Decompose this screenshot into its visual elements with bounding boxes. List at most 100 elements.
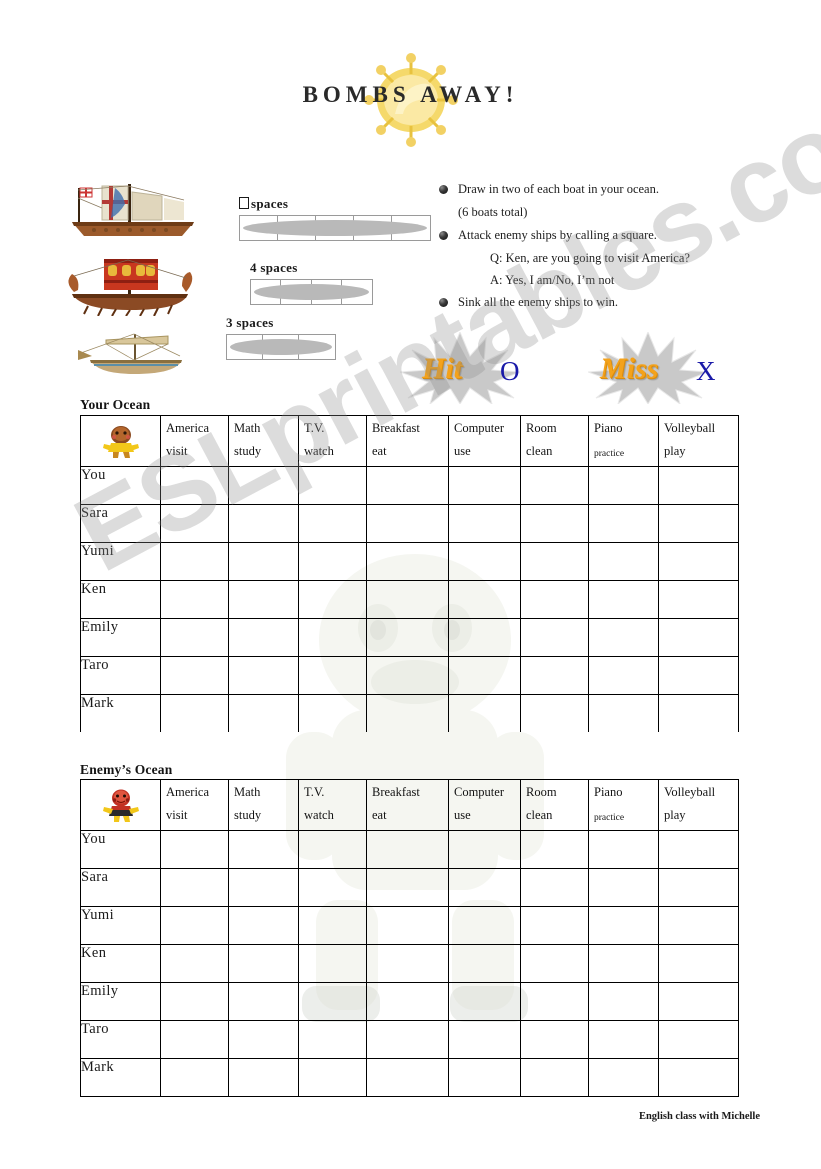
play-cell[interactable] [588, 868, 659, 907]
play-cell[interactable] [658, 618, 739, 657]
play-cell[interactable] [228, 694, 299, 732]
play-cell[interactable] [658, 906, 739, 945]
boat-cell[interactable] [251, 280, 282, 304]
play-cell[interactable] [588, 694, 659, 732]
play-cell[interactable] [520, 504, 589, 543]
play-cell[interactable] [160, 618, 229, 657]
play-cell[interactable] [160, 868, 229, 907]
play-cell[interactable] [588, 944, 659, 983]
play-cell[interactable] [298, 868, 367, 907]
play-cell[interactable] [160, 1058, 229, 1097]
play-cell[interactable] [658, 580, 739, 619]
play-cell[interactable] [298, 466, 367, 505]
play-cell[interactable] [160, 906, 229, 945]
play-cell[interactable] [588, 830, 659, 869]
play-cell[interactable] [448, 1058, 521, 1097]
play-cell[interactable] [298, 1058, 367, 1097]
play-cell[interactable] [228, 542, 299, 581]
play-cell[interactable] [228, 944, 299, 983]
play-cell[interactable] [298, 580, 367, 619]
boat-cell[interactable] [240, 216, 278, 240]
boat-cell[interactable] [316, 216, 354, 240]
play-cell[interactable] [228, 466, 299, 505]
play-cell[interactable] [366, 982, 449, 1021]
play-cell[interactable] [366, 1058, 449, 1097]
play-cell[interactable] [298, 982, 367, 1021]
play-cell[interactable] [588, 656, 659, 695]
play-cell[interactable] [160, 580, 229, 619]
play-cell[interactable] [588, 982, 659, 1021]
play-cell[interactable] [520, 618, 589, 657]
play-cell[interactable] [160, 656, 229, 695]
play-cell[interactable] [228, 830, 299, 869]
play-cell[interactable] [448, 504, 521, 543]
boat-cell[interactable] [354, 216, 392, 240]
play-cell[interactable] [658, 982, 739, 1021]
play-cell[interactable] [658, 868, 739, 907]
play-cell[interactable] [160, 944, 229, 983]
boat-cell[interactable] [312, 280, 342, 304]
play-cell[interactable] [520, 1020, 589, 1059]
play-cell[interactable] [588, 580, 659, 619]
play-cell[interactable] [520, 868, 589, 907]
boat-cell[interactable] [263, 335, 299, 359]
play-cell[interactable] [366, 466, 449, 505]
play-cell[interactable] [520, 1058, 589, 1097]
play-cell[interactable] [448, 618, 521, 657]
play-cell[interactable] [588, 618, 659, 657]
play-cell[interactable] [588, 504, 659, 543]
boat-cell[interactable] [281, 280, 312, 304]
play-cell[interactable] [298, 504, 367, 543]
play-cell[interactable] [448, 580, 521, 619]
play-cell[interactable] [658, 542, 739, 581]
play-cell[interactable] [366, 694, 449, 732]
play-cell[interactable] [160, 1020, 229, 1059]
play-cell[interactable] [520, 466, 589, 505]
play-cell[interactable] [658, 694, 739, 732]
play-cell[interactable] [658, 830, 739, 869]
play-cell[interactable] [228, 618, 299, 657]
play-cell[interactable] [228, 656, 299, 695]
play-cell[interactable] [366, 618, 449, 657]
play-cell[interactable] [160, 466, 229, 505]
play-cell[interactable] [448, 542, 521, 581]
play-cell[interactable] [448, 906, 521, 945]
play-cell[interactable] [520, 982, 589, 1021]
play-cell[interactable] [448, 466, 521, 505]
boat-cell[interactable] [392, 216, 430, 240]
boat-cell[interactable] [342, 280, 372, 304]
play-cell[interactable] [298, 1020, 367, 1059]
play-cell[interactable] [298, 618, 367, 657]
play-cell[interactable] [448, 944, 521, 983]
play-cell[interactable] [588, 1058, 659, 1097]
play-cell[interactable] [366, 504, 449, 543]
play-cell[interactable] [658, 1058, 739, 1097]
play-cell[interactable] [160, 694, 229, 732]
play-cell[interactable] [448, 982, 521, 1021]
play-cell[interactable] [520, 906, 589, 945]
play-cell[interactable] [366, 830, 449, 869]
play-cell[interactable] [520, 656, 589, 695]
play-cell[interactable] [160, 542, 229, 581]
play-cell[interactable] [588, 542, 659, 581]
play-cell[interactable] [298, 830, 367, 869]
play-cell[interactable] [228, 580, 299, 619]
play-cell[interactable] [448, 830, 521, 869]
play-cell[interactable] [228, 504, 299, 543]
play-cell[interactable] [588, 466, 659, 505]
play-cell[interactable] [366, 542, 449, 581]
play-cell[interactable] [520, 580, 589, 619]
play-cell[interactable] [160, 830, 229, 869]
play-cell[interactable] [298, 542, 367, 581]
play-cell[interactable] [448, 868, 521, 907]
play-cell[interactable] [228, 1020, 299, 1059]
play-cell[interactable] [448, 694, 521, 732]
play-cell[interactable] [228, 1058, 299, 1097]
play-cell[interactable] [658, 944, 739, 983]
play-cell[interactable] [520, 542, 589, 581]
boat-cell[interactable] [299, 335, 335, 359]
play-cell[interactable] [366, 944, 449, 983]
play-cell[interactable] [228, 868, 299, 907]
play-cell[interactable] [520, 694, 589, 732]
play-cell[interactable] [448, 656, 521, 695]
